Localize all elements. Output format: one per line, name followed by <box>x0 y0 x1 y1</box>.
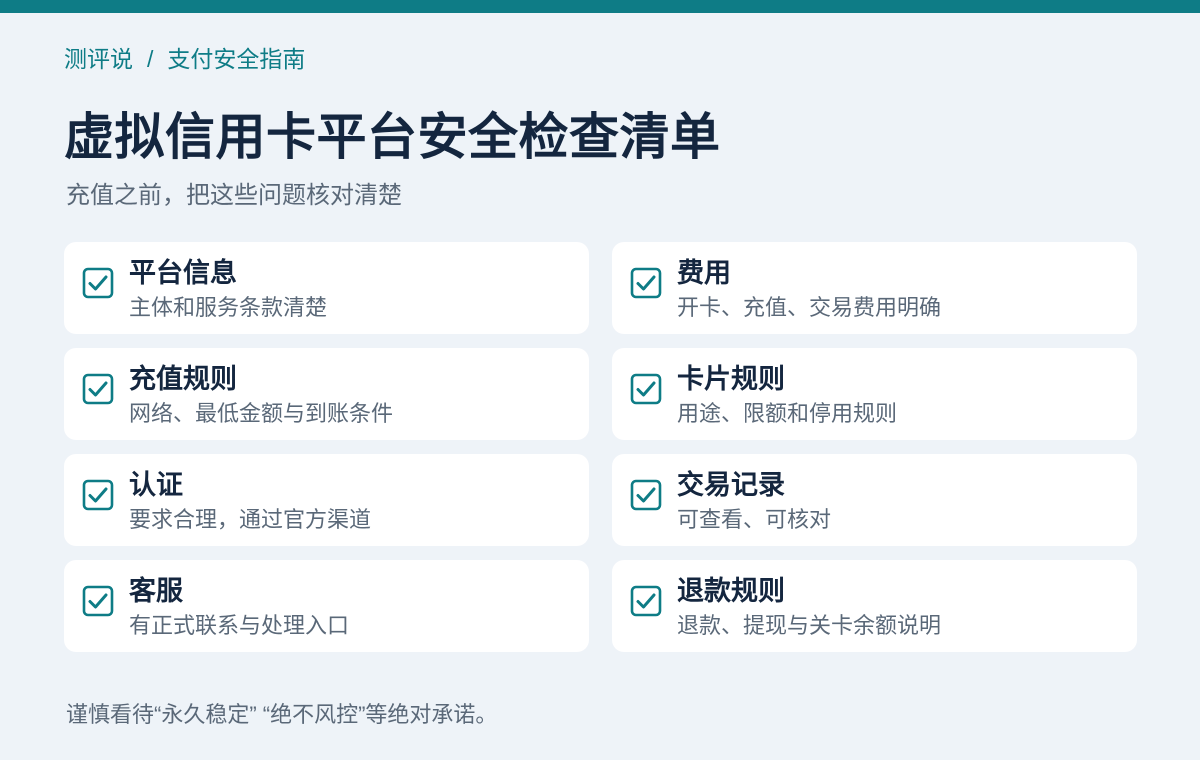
checklist-item-title: 客服 <box>129 576 183 606</box>
breadcrumb: 测评说 / 支付安全指南 <box>64 44 305 74</box>
breadcrumb-current-link[interactable]: 支付安全指南 <box>167 46 305 72</box>
checkbox-checked-icon[interactable] <box>630 373 662 405</box>
checkbox-checked-icon[interactable] <box>630 267 662 299</box>
page-subtitle: 充值之前，把这些问题核对清楚 <box>66 182 402 209</box>
checklist-item: 费用 开卡、充值、交易费用明确 <box>612 242 1137 334</box>
checklist-item-description: 有正式联系与处理入口 <box>129 613 350 638</box>
breadcrumb-separator: / <box>147 46 154 72</box>
checklist-item-title: 认证 <box>129 470 183 500</box>
checklist-item: 卡片规则 用途、限额和停用规则 <box>612 348 1137 440</box>
checklist-item: 客服 有正式联系与处理入口 <box>64 560 589 652</box>
checklist-item-description: 可查看、可核对 <box>677 507 832 532</box>
checklist-item-title: 卡片规则 <box>677 364 785 394</box>
checklist-item: 退款规则 退款、提现与关卡余额说明 <box>612 560 1137 652</box>
checklist-item-description: 要求合理，通过官方渠道 <box>129 507 372 532</box>
checklist-item-description: 网络、最低金额与到账条件 <box>129 401 394 426</box>
checklist-item-description: 退款、提现与关卡余额说明 <box>677 613 942 638</box>
checkbox-checked-icon[interactable] <box>630 585 662 617</box>
checklist-item-title: 退款规则 <box>677 576 785 606</box>
checklist-item: 交易记录 可查看、可核对 <box>612 454 1137 546</box>
checklist-item: 平台信息 主体和服务条款清楚 <box>64 242 589 334</box>
checkbox-checked-icon[interactable] <box>630 479 662 511</box>
checkbox-checked-icon[interactable] <box>82 585 114 617</box>
page-title: 虚拟信用卡平台安全检查清单 <box>64 109 721 165</box>
checklist-item-description: 开卡、充值、交易费用明确 <box>677 295 942 320</box>
checklist-grid: 平台信息 主体和服务条款清楚 费用 开卡、充值、交易费用明确 充值规则 网络、最… <box>64 242 1137 652</box>
checklist-item-title: 充值规则 <box>129 364 237 394</box>
breadcrumb-root-link[interactable]: 测评说 <box>64 46 133 72</box>
checklist-item-description: 用途、限额和停用规则 <box>677 401 898 426</box>
checkbox-checked-icon[interactable] <box>82 373 114 405</box>
checkbox-checked-icon[interactable] <box>82 267 114 299</box>
footer-note: 谨慎看待“永久稳定” “绝不风控”等绝对承诺。 <box>66 702 498 727</box>
checklist-item-title: 平台信息 <box>129 258 237 288</box>
checklist-item-description: 主体和服务条款清楚 <box>129 295 328 320</box>
checkbox-checked-icon[interactable] <box>82 479 114 511</box>
checklist-item: 认证 要求合理，通过官方渠道 <box>64 454 589 546</box>
checklist-item-title: 费用 <box>677 258 731 288</box>
top-accent-bar <box>0 0 1200 13</box>
checklist-item: 充值规则 网络、最低金额与到账条件 <box>64 348 589 440</box>
checklist-item-title: 交易记录 <box>677 470 785 500</box>
